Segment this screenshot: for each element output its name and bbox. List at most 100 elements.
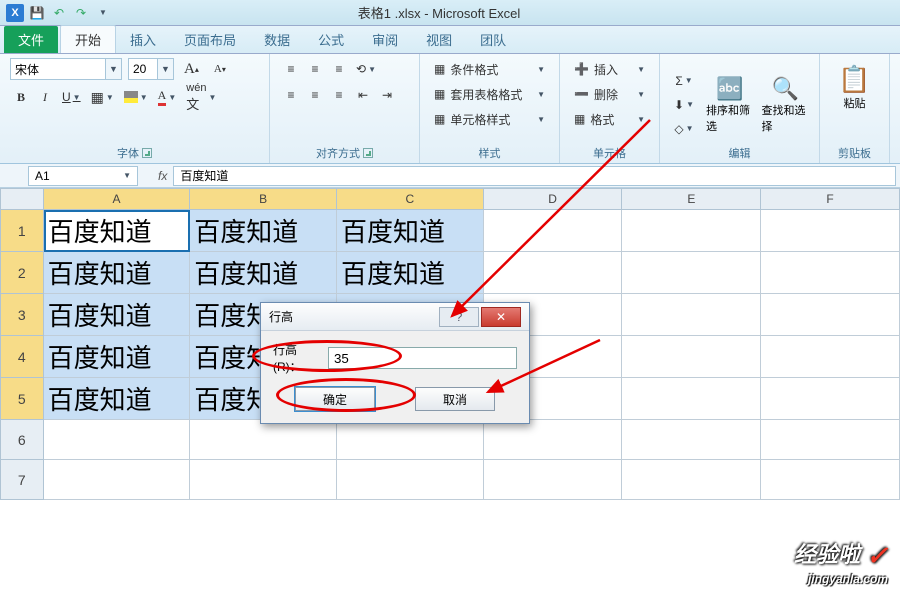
row-header[interactable]: 1 (0, 210, 44, 252)
cell[interactable] (484, 252, 623, 294)
cell[interactable] (761, 210, 900, 252)
cell[interactable] (761, 420, 900, 460)
cell[interactable] (190, 460, 337, 500)
cell[interactable] (484, 420, 623, 460)
cell[interactable] (44, 420, 191, 460)
font-color-button[interactable]: A▼ (154, 86, 181, 108)
cell[interactable]: 百度知道 (337, 210, 484, 252)
align-center-button[interactable]: ≡ (304, 84, 326, 106)
cell[interactable] (622, 420, 761, 460)
fx-button[interactable]: fx (158, 169, 167, 183)
fill-button[interactable]: ⬇▼ (670, 94, 698, 116)
column-header[interactable]: B (190, 188, 337, 210)
tab-formula[interactable]: 公式 (304, 26, 358, 53)
dialog-title-bar[interactable]: 行高 ? ✕ (261, 303, 529, 331)
cell[interactable]: 百度知道 (337, 252, 484, 294)
row-header[interactable]: 3 (0, 294, 44, 336)
tab-team[interactable]: 团队 (466, 26, 520, 53)
italic-button[interactable]: I (34, 86, 56, 108)
cell[interactable]: 百度知道 (44, 378, 191, 420)
cell[interactable] (44, 460, 191, 500)
cell[interactable] (622, 294, 761, 336)
close-button[interactable]: ✕ (481, 307, 521, 327)
cell[interactable]: 百度知道 (44, 210, 191, 252)
delete-cells-button[interactable]: ➖删除▼ (570, 83, 649, 105)
column-header[interactable]: C (337, 188, 484, 210)
cell[interactable] (484, 460, 623, 500)
undo-icon[interactable]: ↶ (50, 4, 68, 22)
shrink-font-button[interactable]: A▾ (209, 58, 231, 80)
chevron-down-icon[interactable]: ▼ (106, 58, 122, 80)
cell[interactable] (622, 336, 761, 378)
conditional-format-button[interactable]: ▦条件格式▼ (430, 58, 549, 80)
column-header[interactable]: A (44, 188, 191, 210)
cell[interactable] (190, 420, 337, 460)
indent-decrease-button[interactable]: ⇤ (352, 84, 374, 106)
tab-review[interactable]: 审阅 (358, 26, 412, 53)
tab-insert[interactable]: 插入 (116, 26, 170, 53)
row-header[interactable]: 2 (0, 252, 44, 294)
qat-more-icon[interactable]: ▼ (94, 4, 112, 22)
font-size-input[interactable]: 20 (128, 58, 158, 80)
cell[interactable] (484, 210, 623, 252)
align-bottom-button[interactable]: ≡ (328, 58, 350, 80)
insert-cells-button[interactable]: ➕插入▼ (570, 58, 649, 80)
cell[interactable] (761, 252, 900, 294)
column-header[interactable]: F (761, 188, 900, 210)
select-all-corner[interactable] (0, 188, 44, 210)
cell[interactable] (337, 460, 484, 500)
indent-increase-button[interactable]: ⇥ (376, 84, 398, 106)
dialog-launcher-icon[interactable] (363, 148, 373, 158)
phonetic-button[interactable]: wén文▼ (182, 86, 220, 108)
row-header[interactable]: 5 (0, 378, 44, 420)
cancel-button[interactable]: 取消 (415, 387, 495, 411)
fill-color-button[interactable]: ▼ (120, 86, 152, 108)
row-header[interactable]: 4 (0, 336, 44, 378)
sort-filter-button[interactable]: 🔤 排序和筛选 (706, 76, 754, 134)
cell[interactable] (622, 378, 761, 420)
row-height-input[interactable] (328, 347, 517, 369)
cell-style-button[interactable]: ▦单元格样式▼ (430, 108, 549, 130)
align-left-button[interactable]: ≡ (280, 84, 302, 106)
clear-button[interactable]: ◇▼ (670, 118, 698, 140)
grow-font-button[interactable]: A▴ (180, 58, 203, 80)
cell[interactable]: 百度知道 (190, 252, 337, 294)
border-button[interactable]: ▦▼ (87, 86, 118, 108)
align-right-button[interactable]: ≡ (328, 84, 350, 106)
font-name-input[interactable]: 宋体 (10, 58, 106, 80)
row-header[interactable]: 6 (0, 420, 44, 460)
align-top-button[interactable]: ≡ (280, 58, 302, 80)
formula-bar[interactable]: 百度知道 (173, 166, 896, 186)
tab-file[interactable]: 文件 (4, 26, 58, 53)
chevron-down-icon[interactable]: ▼ (158, 58, 174, 80)
dialog-launcher-icon[interactable] (142, 148, 152, 158)
cell[interactable]: 百度知道 (44, 252, 191, 294)
underline-button[interactable]: U▼ (58, 86, 85, 108)
font-name-combo[interactable]: 宋体 ▼ (10, 58, 122, 80)
cell[interactable] (761, 460, 900, 500)
tab-home[interactable]: 开始 (60, 25, 116, 53)
autosum-button[interactable]: Σ▼ (670, 70, 698, 92)
cell[interactable]: 百度知道 (44, 336, 191, 378)
tab-view[interactable]: 视图 (412, 26, 466, 53)
ok-button[interactable]: 确定 (295, 387, 375, 411)
save-icon[interactable]: 💾 (28, 4, 46, 22)
cell[interactable]: 百度知道 (190, 210, 337, 252)
cell[interactable] (761, 378, 900, 420)
row-header[interactable]: 7 (0, 460, 44, 500)
cell[interactable] (761, 336, 900, 378)
tab-data[interactable]: 数据 (250, 26, 304, 53)
cell[interactable] (622, 252, 761, 294)
paste-button[interactable]: 📋 粘贴 (838, 64, 870, 111)
help-button[interactable]: ? (439, 307, 479, 327)
redo-icon[interactable]: ↷ (72, 4, 90, 22)
cell[interactable] (761, 294, 900, 336)
cell[interactable] (337, 420, 484, 460)
find-select-button[interactable]: 🔍 查找和选择 (761, 76, 809, 134)
cell[interactable]: 百度知道 (44, 294, 191, 336)
table-format-button[interactable]: ▦套用表格格式▼ (430, 83, 549, 105)
format-cells-button[interactable]: ▦格式▼ (570, 108, 649, 130)
tab-page-layout[interactable]: 页面布局 (170, 26, 250, 53)
cell[interactable] (622, 460, 761, 500)
column-header[interactable]: E (622, 188, 761, 210)
